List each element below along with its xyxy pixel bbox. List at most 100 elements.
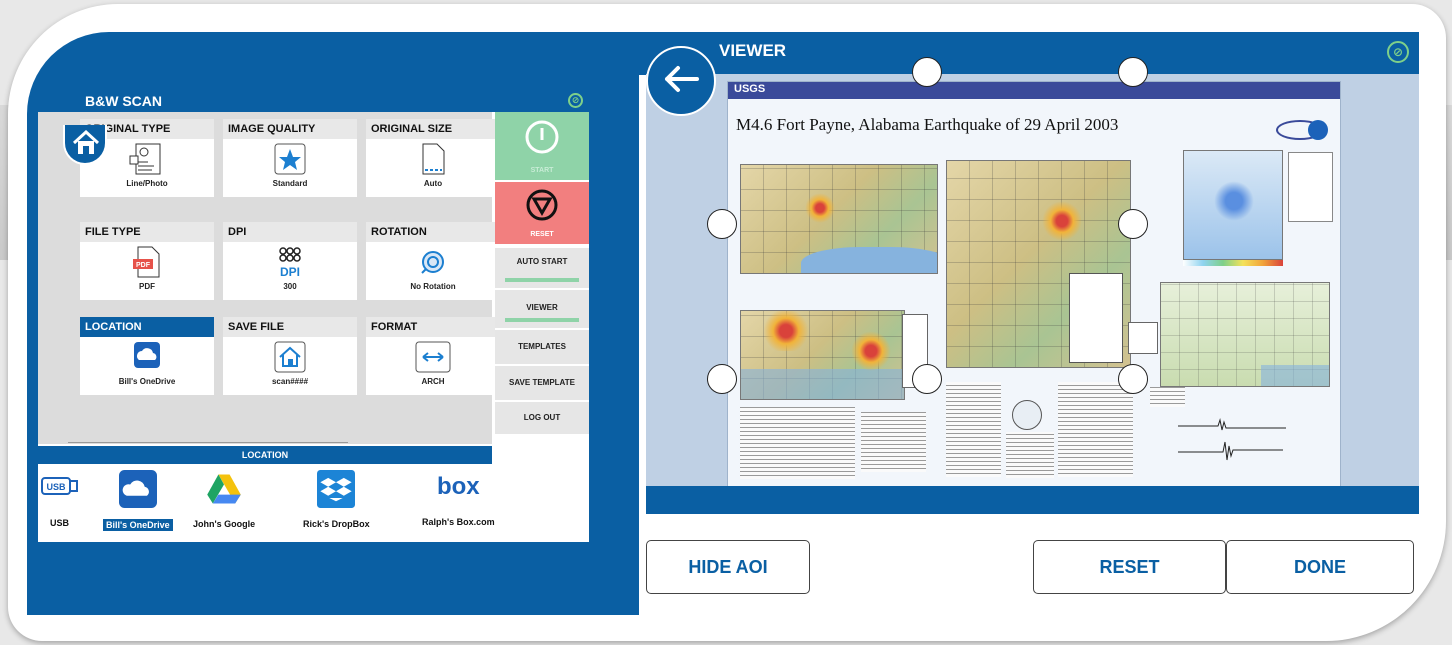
location-name: Rick's DropBox [303,519,370,529]
templates-button[interactable]: TEMPLATES [495,328,589,364]
log-out-label: LOG OUT [523,413,561,422]
aoi-handle-top-right[interactable] [1118,57,1148,87]
dropbox-icon [317,470,356,508]
option-save-file[interactable]: SAVE FILE scan#### [223,317,357,395]
dpi-icon: DPI [279,247,301,279]
stop-icon [526,189,558,221]
viewer-header: VIEWER ⊘ [639,32,1419,75]
option-value: Bill's OneDrive [118,377,176,386]
auto-start-button[interactable]: AUTO START [495,246,589,288]
home-doc-icon [274,341,306,373]
seal-logo [1308,120,1328,140]
document-title: M4.6 Fort Payne, Alabama Earthquake of 2… [736,115,1119,134]
save-template-button[interactable]: SAVE TEMPLATE [495,364,589,400]
option-dpi[interactable]: DPI DPI 300 [223,222,357,300]
scan-title-bar: B&W SCAN ⊘ [38,90,589,112]
onedrive-icon [134,342,160,368]
onedrive-icon [118,470,157,508]
location-onedrive[interactable]: Bill's OneDrive [103,470,173,531]
usb-icon: USB [41,477,78,495]
brand-logo-icon: ⊘ [1387,41,1409,63]
option-value: 300 [283,282,297,291]
globe-figure [1012,400,1042,430]
done-button[interactable]: DONE [1226,540,1414,594]
option-value: PDF [139,282,155,291]
option-value: No Rotation [410,282,456,291]
option-label: IMAGE QUALITY [223,119,357,139]
text-block [946,382,1001,477]
option-label: ORIGINAL SIZE [366,119,500,139]
option-value: Standard [272,179,308,188]
viewer-title: VIEWER [719,41,787,60]
home-icon [72,130,100,154]
auto-start-label: AUTO START [516,257,568,266]
aoi-handle-bottom-right[interactable] [1118,364,1148,394]
rotation-icon [421,251,444,274]
brand-logo-icon: ⊘ [568,93,583,108]
map-epicentral [946,160,1131,368]
aoi-handle-bottom-left[interactable] [707,364,737,394]
usb-icon-text: USB [46,482,66,492]
box-icon: box [436,473,480,500]
back-button[interactable] [646,46,716,116]
scan-window: B&W SCAN ⊘ ORIGINAL TYPE Line/Photo IMAG… [38,90,589,542]
hide-aoi-button[interactable]: HIDE AOI [646,540,810,594]
location-dropbox[interactable]: Rick's DropBox [303,470,370,529]
map-stations [1160,282,1330,387]
option-label: LOCATION [80,317,214,337]
aoi-handle-right[interactable] [1118,209,1148,239]
map-legend [1128,322,1158,354]
reset-scan-button[interactable]: RESET [495,182,589,244]
location-box[interactable]: box Ralph's Box.com [422,470,495,527]
option-location[interactable]: LOCATION Bill's OneDrive [80,317,214,395]
intensity-scale [1183,260,1283,266]
text-block [1150,387,1185,407]
location-google[interactable]: John's Google [193,470,255,529]
start-label: START [530,167,554,174]
location-name: John's Google [193,519,256,529]
option-original-size[interactable]: ORIGINAL SIZE Auto [366,119,500,197]
scan-title: B&W SCAN [85,93,162,109]
aoi-handle-bottom[interactable] [912,364,942,394]
viewer-indicator [505,318,579,322]
usgs-logo: USGS [734,83,766,95]
back-arrow-icon [665,66,699,92]
option-format[interactable]: FORMAT ARCH [366,317,500,395]
dpi-icon-text: DPI [280,265,300,279]
option-file-type[interactable]: FILE TYPE PDF PDF [80,222,214,300]
aoi-handle-left[interactable] [707,209,737,239]
option-label: FORMAT [366,317,500,337]
start-button[interactable]: START [495,112,589,180]
location-list: USB USB Bill's OneDrive John's Google Ri… [38,464,589,542]
reset-button[interactable]: RESET [1033,540,1226,594]
location-name: Bill's OneDrive [103,519,173,531]
map-regional [740,164,938,274]
map-seismic [740,310,905,400]
option-label: FILE TYPE [80,222,214,242]
option-label: ROTATION [366,222,500,242]
aoi-handle-top-left[interactable] [912,57,942,87]
seismogram [1138,412,1328,472]
option-image-quality[interactable]: IMAGE QUALITY Standard [223,119,357,197]
option-rotation[interactable]: ROTATION No Rotation [366,222,500,300]
map-intensity [1183,150,1283,260]
log-out-button[interactable]: LOG OUT [495,400,589,434]
start-icon [525,120,559,154]
viewer-label: VIEWER [526,303,558,312]
option-label: DPI [223,222,357,242]
scanned-document: USGS M4.6 Fort Payne, Alabama Earthquake… [728,82,1340,486]
location-name: USB [50,518,70,528]
viewer-button[interactable]: VIEWER [495,288,589,328]
viewer-bottom-bar [646,486,1419,514]
option-label: SAVE FILE [223,317,357,337]
location-bar-title: LOCATION [38,446,492,464]
text-block [1058,382,1133,477]
auto-start-indicator [505,278,579,282]
divider [68,442,348,443]
location-name: Ralph's Box.com [422,517,495,527]
pdf-icon-text: PDF [136,262,151,269]
option-value: scan#### [271,377,309,386]
text-block [1006,432,1054,478]
save-template-label: SAVE TEMPLATE [509,378,575,387]
location-usb[interactable]: USB USB [40,470,80,528]
